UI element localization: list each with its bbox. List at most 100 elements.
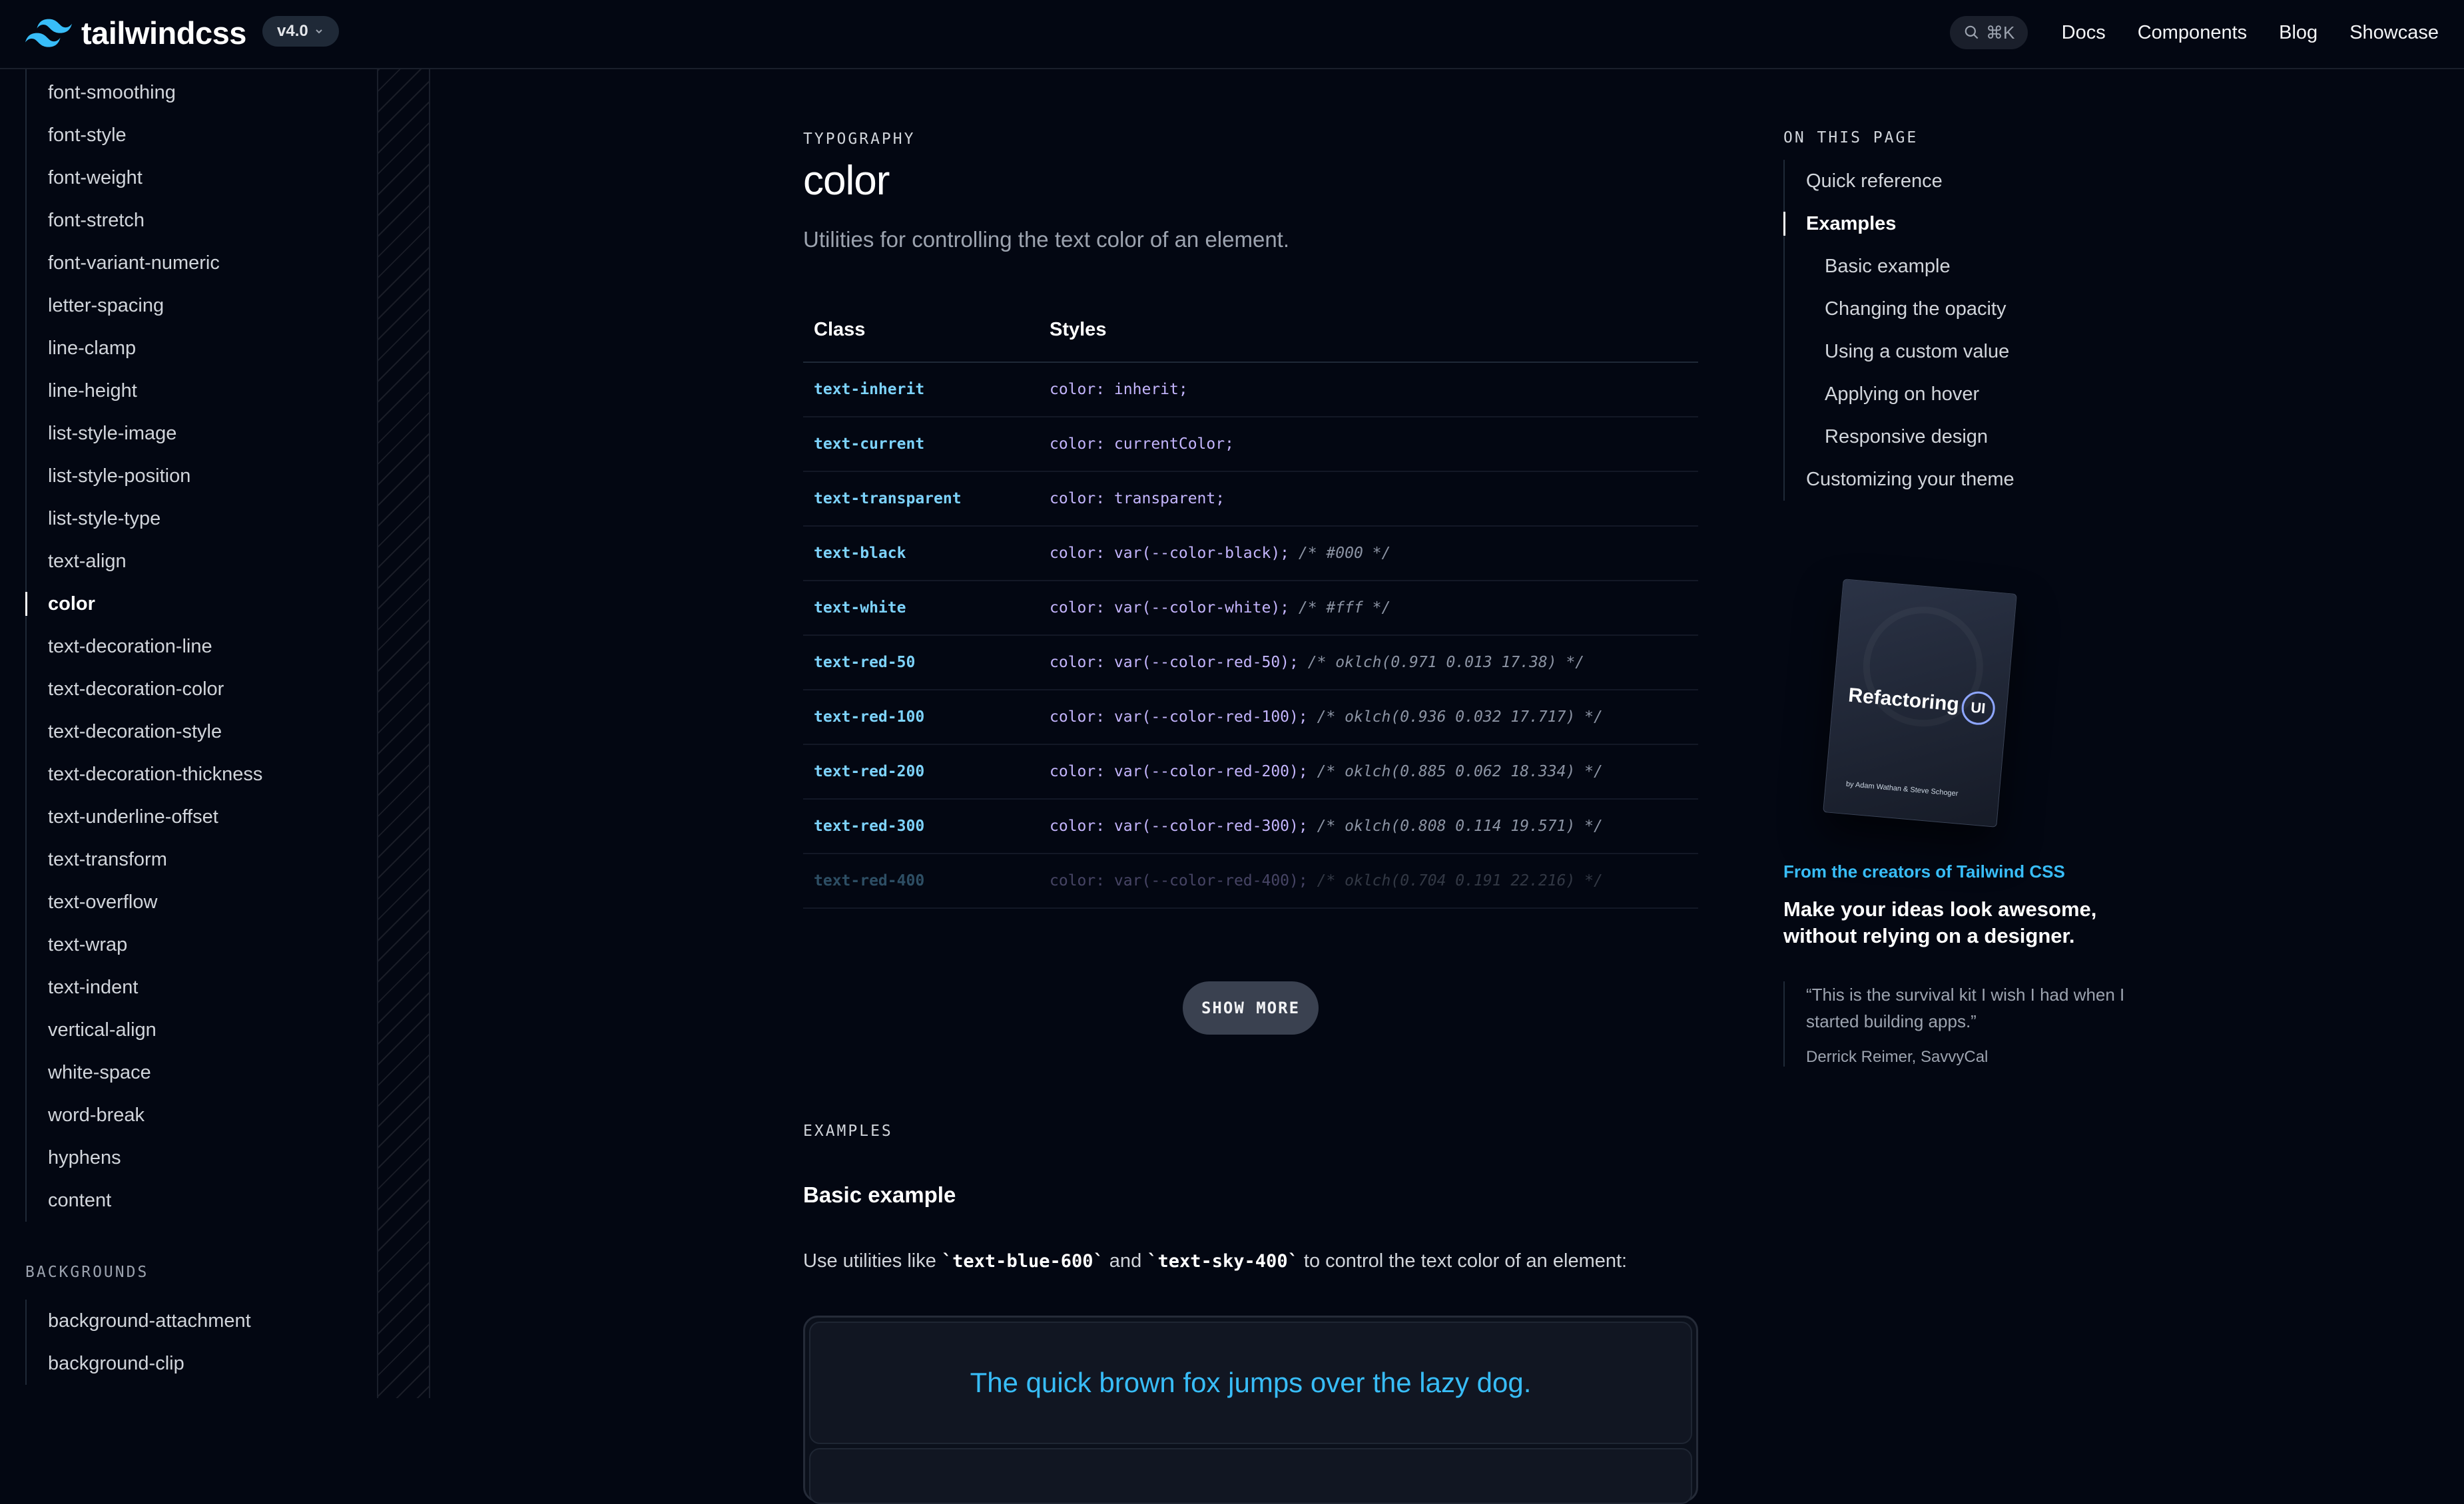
book-cover: Refactoring UI by Adam Wathan & Steve Sch…	[1823, 579, 2017, 828]
sidebar-item-list-style-position[interactable]: list-style-position	[27, 455, 262, 497]
column-header-class: Class	[803, 298, 1039, 363]
sidebar-item-background-clip[interactable]: background-clip	[27, 1342, 251, 1385]
sidebar-item-vertical-align[interactable]: vertical-align	[27, 1009, 262, 1051]
sidebar-item-text-decoration-style[interactable]: text-decoration-style	[27, 710, 262, 753]
style-comment: /* oklch(0.885 0.062 18.334) */	[1317, 763, 1603, 780]
class-cell: text-red-300	[803, 799, 1039, 854]
ad-testimonial: “This is the survival kit I wish I had w…	[1783, 981, 2139, 1067]
toc-item-changing-opacity[interactable]: Changing the opacity	[1785, 288, 2014, 330]
nav-docs[interactable]: Docs	[2062, 22, 2106, 44]
table-row: text-red-100 color: var(--color-red-100);…	[803, 690, 1698, 745]
toc-item-basic-example[interactable]: Basic example	[1785, 245, 2014, 288]
toc-item-custom-value[interactable]: Using a custom value	[1785, 330, 2014, 373]
toc-item-quick-reference[interactable]: Quick reference	[1785, 160, 2014, 202]
tailwind-logo-icon	[25, 19, 72, 47]
testimonial-author: Derrick Reimer, SavvyCal	[1806, 1048, 1989, 1066]
sidebar-item-text-transform[interactable]: text-transform	[27, 838, 262, 881]
top-bar: tailwindcss v4.0 ⌘K Docs Components Blog…	[0, 0, 2464, 69]
sidebar-item-text-overflow[interactable]: text-overflow	[27, 881, 262, 923]
desc-pre: Use utilities like	[803, 1250, 942, 1272]
nav-components[interactable]: Components	[2138, 22, 2247, 44]
sidebar-item-text-decoration-thickness[interactable]: text-decoration-thickness	[27, 753, 262, 796]
nav-blog[interactable]: Blog	[2279, 22, 2317, 44]
style-value: color: var(--color-red-100);	[1050, 708, 1308, 726]
sidebar-item-text-underline-offset[interactable]: text-underline-offset	[27, 796, 262, 838]
sidebar-item-list-style-image[interactable]: list-style-image	[27, 412, 262, 455]
sidebar-item-background-attachment[interactable]: background-attachment	[27, 1300, 251, 1342]
sidebar-item-text-decoration-color[interactable]: text-decoration-color	[27, 668, 262, 710]
ad-title[interactable]: Make your ideas look awesome, without re…	[1783, 896, 2130, 949]
toc-item-applying-hover[interactable]: Applying on hover	[1785, 373, 2014, 415]
style-cell: color: transparent;	[1039, 471, 1698, 527]
version-dropdown[interactable]: v4.0	[262, 16, 339, 47]
sidebar-item-font-variant-numeric[interactable]: font-variant-numeric	[27, 242, 262, 284]
style-comment: /* #000 */	[1298, 545, 1391, 562]
class-cell: text-red-400	[803, 854, 1039, 909]
style-value: color: var(--color-red-300);	[1050, 818, 1308, 835]
sidebar-item-word-break[interactable]: word-break	[27, 1094, 262, 1136]
show-more-button[interactable]: SHOW MORE	[1183, 981, 1319, 1035]
class-cell: text-red-100	[803, 690, 1039, 745]
sidebar-item-text-decoration-line[interactable]: text-decoration-line	[27, 625, 262, 668]
class-cell: text-black	[803, 526, 1039, 581]
code-text-sky-400: `text-sky-400`	[1147, 1251, 1299, 1272]
version-label: v4.0	[277, 22, 308, 40]
style-comment: /* oklch(0.808 0.114 19.571) */	[1317, 818, 1603, 835]
class-cell: text-red-200	[803, 744, 1039, 800]
search-button[interactable]: ⌘K	[1950, 16, 2028, 49]
sidebar-item-line-clamp[interactable]: line-clamp	[27, 327, 262, 370]
desc-post: to control the text color of an element:	[1298, 1250, 1628, 1272]
sidebar-item-white-space[interactable]: white-space	[27, 1051, 262, 1094]
sidebar-item-hyphens[interactable]: hyphens	[27, 1136, 262, 1179]
sidebar-item-font-smoothing[interactable]: font-smoothing	[27, 71, 262, 114]
refactoring-ui-ad-image[interactable]: Refactoring UI by Adam Wathan & Steve Sch…	[1813, 573, 2043, 852]
style-value: color: currentColor;	[1050, 435, 1234, 453]
style-cell: color: var(--color-red-300); /* oklch(0.…	[1039, 799, 1698, 854]
table-row: text-inherit color: inherit;	[803, 362, 1698, 417]
sidebar-item-font-style[interactable]: font-style	[27, 114, 262, 156]
sidebar-item-content[interactable]: content	[27, 1179, 262, 1222]
sidebar-item-text-wrap[interactable]: text-wrap	[27, 923, 262, 966]
basic-example-description: Use utilities like `text-blue-600` and `…	[803, 1250, 1627, 1272]
sidebar-item-color[interactable]: color	[25, 583, 262, 625]
class-cell: text-inherit	[803, 362, 1039, 417]
example-code-panel	[809, 1448, 1692, 1504]
table-row: text-red-200 color: var(--color-red-200);…	[803, 744, 1698, 800]
sidebar-item-list-style-type[interactable]: list-style-type	[27, 497, 262, 540]
style-comment: /* #fff */	[1298, 599, 1391, 617]
page-lead: Utilities for controlling the text color…	[803, 227, 1290, 252]
style-value: color: var(--color-red-400);	[1050, 872, 1308, 889]
example-preview: The quick brown fox jumps over the lazy …	[803, 1316, 1698, 1504]
sidebar-item-letter-spacing[interactable]: letter-spacing	[27, 284, 262, 327]
testimonial-text: “This is the survival kit I wish I had w…	[1806, 985, 2125, 1031]
hatched-gutter	[377, 69, 430, 1398]
style-cell: color: var(--color-red-100); /* oklch(0.…	[1039, 690, 1698, 745]
style-value: color: var(--color-red-50);	[1050, 654, 1299, 671]
style-value: color: var(--color-black);	[1050, 545, 1290, 562]
class-cell: text-transparent	[803, 471, 1039, 527]
sidebar-typography-list: font-smoothing font-style font-weight fo…	[25, 69, 262, 1222]
toc-item-responsive-design[interactable]: Responsive design	[1785, 415, 2014, 458]
logo-text: tailwindcss	[81, 15, 246, 51]
toc-item-examples[interactable]: Examples	[1783, 202, 2014, 245]
book-authors: by Adam Wathan & Steve Schoger	[1845, 780, 1959, 798]
sidebar-item-line-height[interactable]: line-height	[27, 370, 262, 412]
style-cell: color: var(--color-white); /* #fff */	[1039, 581, 1698, 636]
table-row: text-red-50 color: var(--color-red-50); /…	[803, 635, 1698, 690]
book-title-text: Refactoring	[1847, 684, 1961, 716]
book-title-ring: UI	[1960, 690, 1997, 726]
style-value: color: transparent;	[1050, 490, 1225, 507]
style-comment: /* oklch(0.936 0.032 17.717) */	[1317, 708, 1603, 726]
table-row: text-black color: var(--color-black); /* …	[803, 526, 1698, 581]
sidebar-item-font-weight[interactable]: font-weight	[27, 156, 262, 199]
toc-item-customizing-theme[interactable]: Customizing your theme	[1785, 458, 2014, 501]
top-nav: Docs Components Blog Showcase	[2062, 16, 2439, 49]
ad-kicker[interactable]: From the creators of Tailwind CSS	[1783, 862, 2065, 882]
nav-showcase[interactable]: Showcase	[2349, 22, 2439, 44]
column-header-styles: Styles	[1039, 298, 1698, 363]
logo[interactable]: tailwindcss	[25, 15, 246, 51]
sidebar-item-text-indent[interactable]: text-indent	[27, 966, 262, 1009]
sidebar-item-text-align[interactable]: text-align	[27, 540, 262, 583]
sidebar-item-font-stretch[interactable]: font-stretch	[27, 199, 262, 242]
toc-list: Quick reference Examples Basic example C…	[1783, 160, 2014, 501]
